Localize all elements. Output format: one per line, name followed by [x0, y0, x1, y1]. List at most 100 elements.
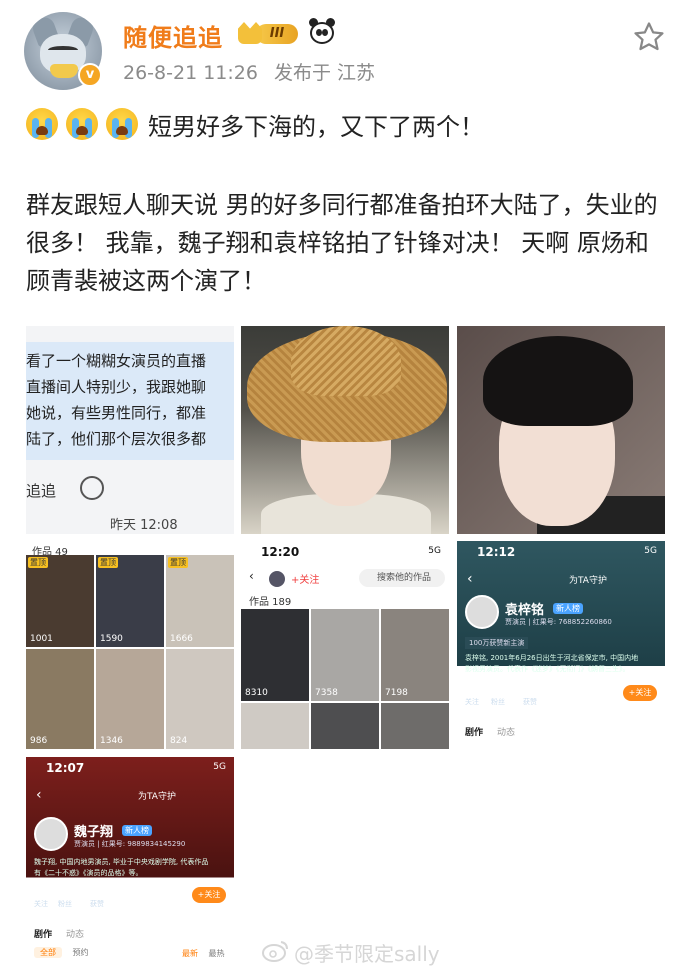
chat-line: 直播间人特别少，我跟她聊 — [26, 378, 207, 396]
profile-tabs: 剧作 动态 — [465, 725, 515, 738]
sort-row: 最新 最热 — [182, 948, 225, 959]
view-count: 7358 — [315, 688, 338, 698]
profile-tabs: 剧作 动态 — [34, 927, 84, 940]
profile-id: 贾演员 | 红果号: 768852260860 — [505, 618, 612, 626]
chat-reply-text: 追追 — [26, 482, 57, 500]
status-network: 5G — [213, 762, 226, 772]
sort-new[interactable]: 最新 — [182, 949, 198, 958]
tab-drama[interactable]: 剧作 — [34, 930, 52, 940]
actor-profile-screenshot-2[interactable]: 12:07 5G ‹ 为TA守护 魏子翔 新人榜 贾演员 | 红果号: 9889… — [26, 757, 234, 965]
tab-feed[interactable]: 动态 — [497, 728, 515, 738]
level-badge: III — [256, 24, 298, 44]
status-time: 12:07 — [46, 761, 85, 775]
weibo-logo-icon — [262, 941, 288, 962]
profile-avatar — [34, 817, 68, 851]
view-count: 824 — [170, 736, 188, 746]
grid-tile — [241, 703, 309, 749]
pin-badge: 置顶 — [28, 557, 48, 568]
pin-badge: 置顶 — [98, 557, 118, 568]
stat-value: 3.2万 — [58, 889, 86, 900]
profile-badge: 新人榜 — [122, 825, 152, 836]
profile-intro: 魏子翔, 中国内地男演员, 毕业于中央戏剧学院, 代表作品有《二十不惑》《演员的… — [34, 858, 209, 877]
grid-tile: 置顶 1666 — [166, 555, 234, 647]
chat-line: 看了一个糊糊女演员的直播 — [26, 352, 207, 370]
tab-drama[interactable]: 剧作 — [465, 728, 483, 738]
post-source: 发布于 江苏 — [274, 62, 376, 84]
crying-emoji-icon — [106, 108, 138, 140]
post-line-1: 短男好多下海的，又下了两个！ — [26, 104, 484, 144]
post-line-1-text: 短男好多下海的，又下了两个！ — [148, 112, 484, 141]
grid-tile: 7358 — [311, 609, 379, 701]
straw-hat-photo[interactable] — [241, 326, 449, 534]
view-count: 1666 — [170, 634, 193, 644]
search-works-input[interactable]: 搜索他的作品 — [359, 569, 445, 587]
view-count: 8310 — [245, 688, 268, 698]
grid-tile: 置顶 1001 — [26, 555, 94, 647]
follow-button[interactable]: +关注 — [291, 571, 319, 586]
filter-row: 全部 预约 — [34, 947, 89, 958]
view-count: 1590 — [100, 634, 123, 644]
stat-label: 获赞 — [90, 900, 104, 908]
back-icon[interactable]: ‹ — [249, 569, 254, 583]
crying-emoji-icon — [66, 108, 98, 140]
works-grid-screenshot-2[interactable]: 12:20 5G ‹ +关注 搜索他的作品 作品 189 8310 7358 7… — [241, 541, 449, 749]
chat-line: 陆了，他们那个层次很多都 — [26, 430, 207, 448]
guard-button[interactable]: 为TA守护 — [138, 789, 176, 802]
stat-value: 5.3万 — [491, 687, 519, 698]
chat-line: 她说，有些男性同行，都准 — [26, 404, 207, 422]
chat-bubble: 看了一个糊糊女演员的直播 直播间人特别少，我跟她聊 她说，有些男性同行，都准 陆… — [26, 342, 234, 460]
weibo-watermark: @季节限定sally — [294, 942, 440, 966]
grid-tile — [311, 703, 379, 749]
profile-nav: ‹ +关注 搜索他的作品 — [247, 569, 447, 589]
works-count-label: 作品 189 — [249, 597, 292, 608]
follow-button[interactable]: +关注 — [192, 887, 226, 903]
status-time: 12:20 — [261, 545, 300, 559]
back-icon[interactable]: ‹ — [467, 571, 473, 587]
grid-tile: 986 — [26, 649, 94, 749]
profile-avatar — [465, 595, 499, 629]
actor-profile-screenshot-1[interactable]: 12:12 5G ‹ 为TA守护 袁梓铭 新人榜 贾演员 | 红果号: 7688… — [457, 541, 665, 749]
grid-tile: 8310 — [241, 609, 309, 701]
crown-badge-icon: III — [238, 20, 300, 46]
selfie-photo[interactable] — [457, 326, 665, 534]
filter-all[interactable]: 全部 — [34, 947, 62, 958]
back-icon[interactable]: ‹ — [36, 787, 42, 803]
view-count: 1001 — [30, 634, 53, 644]
profile-id: 贾演员 | 红果号: 9889834145290 — [74, 840, 186, 848]
chat-screenshot-image[interactable]: 看了一个糊糊女演员的直播 直播间人特别少，我跟她聊 她说，有些男性同行，都准 陆… — [26, 326, 234, 534]
filter-reserve[interactable]: 预约 — [73, 948, 89, 957]
grid-tile: 置顶 1590 — [96, 555, 164, 647]
status-network: 5G — [428, 546, 441, 556]
grid-tile: 1346 — [96, 649, 164, 749]
username[interactable]: 随便追追 — [123, 18, 223, 53]
crying-emoji-icon — [26, 108, 58, 140]
post-paragraph: 群友跟短人聊天说 男的好多同行都准备拍环大陆了，失业的很多！ 我靠，魏子翔和袁梓… — [26, 191, 658, 295]
grid-tile: 7198 — [381, 609, 449, 701]
chat-time: 昨天 12:08 — [110, 518, 178, 533]
status-time: 12:12 — [477, 545, 516, 559]
stat-label: 粉丝 — [491, 698, 505, 706]
grid-tile — [381, 703, 449, 749]
stat-label: 关注 — [34, 900, 48, 908]
profile-name: 魏子翔 — [74, 825, 114, 840]
works-grid-screenshot[interactable]: 作品 49 置顶 1001 置顶 1590 置顶 1666 986 1346 8… — [26, 541, 234, 749]
status-network: 5G — [644, 546, 657, 556]
sort-hot[interactable]: 最热 — [209, 949, 225, 958]
profile-badge: 新人榜 — [553, 603, 583, 614]
smile-emoji-icon — [80, 476, 104, 500]
tab-feed[interactable]: 动态 — [66, 930, 84, 940]
stat-value: 0 — [34, 885, 41, 896]
guard-button[interactable]: 为TA守护 — [569, 573, 607, 586]
star-icon[interactable] — [632, 20, 666, 54]
stat-label: 关注 — [465, 698, 479, 706]
achievement-badge: 100万获赞新主演 — [465, 637, 529, 649]
post-date: 26-8-21 11:26 — [123, 62, 258, 84]
pin-badge: 置顶 — [168, 557, 188, 568]
stat-value: 7 — [465, 683, 472, 694]
view-count: 7198 — [385, 688, 408, 698]
profile-name: 袁梓铭 — [505, 603, 545, 618]
profile-intro: 袁梓铭, 2001年6月26日出生于河北省保定市, 中国内地影视男演员。代表作《… — [465, 654, 639, 673]
follow-button[interactable]: +关注 — [623, 685, 657, 701]
panda-emoji-icon — [308, 18, 336, 46]
stat-label: 粉丝 — [58, 900, 72, 908]
